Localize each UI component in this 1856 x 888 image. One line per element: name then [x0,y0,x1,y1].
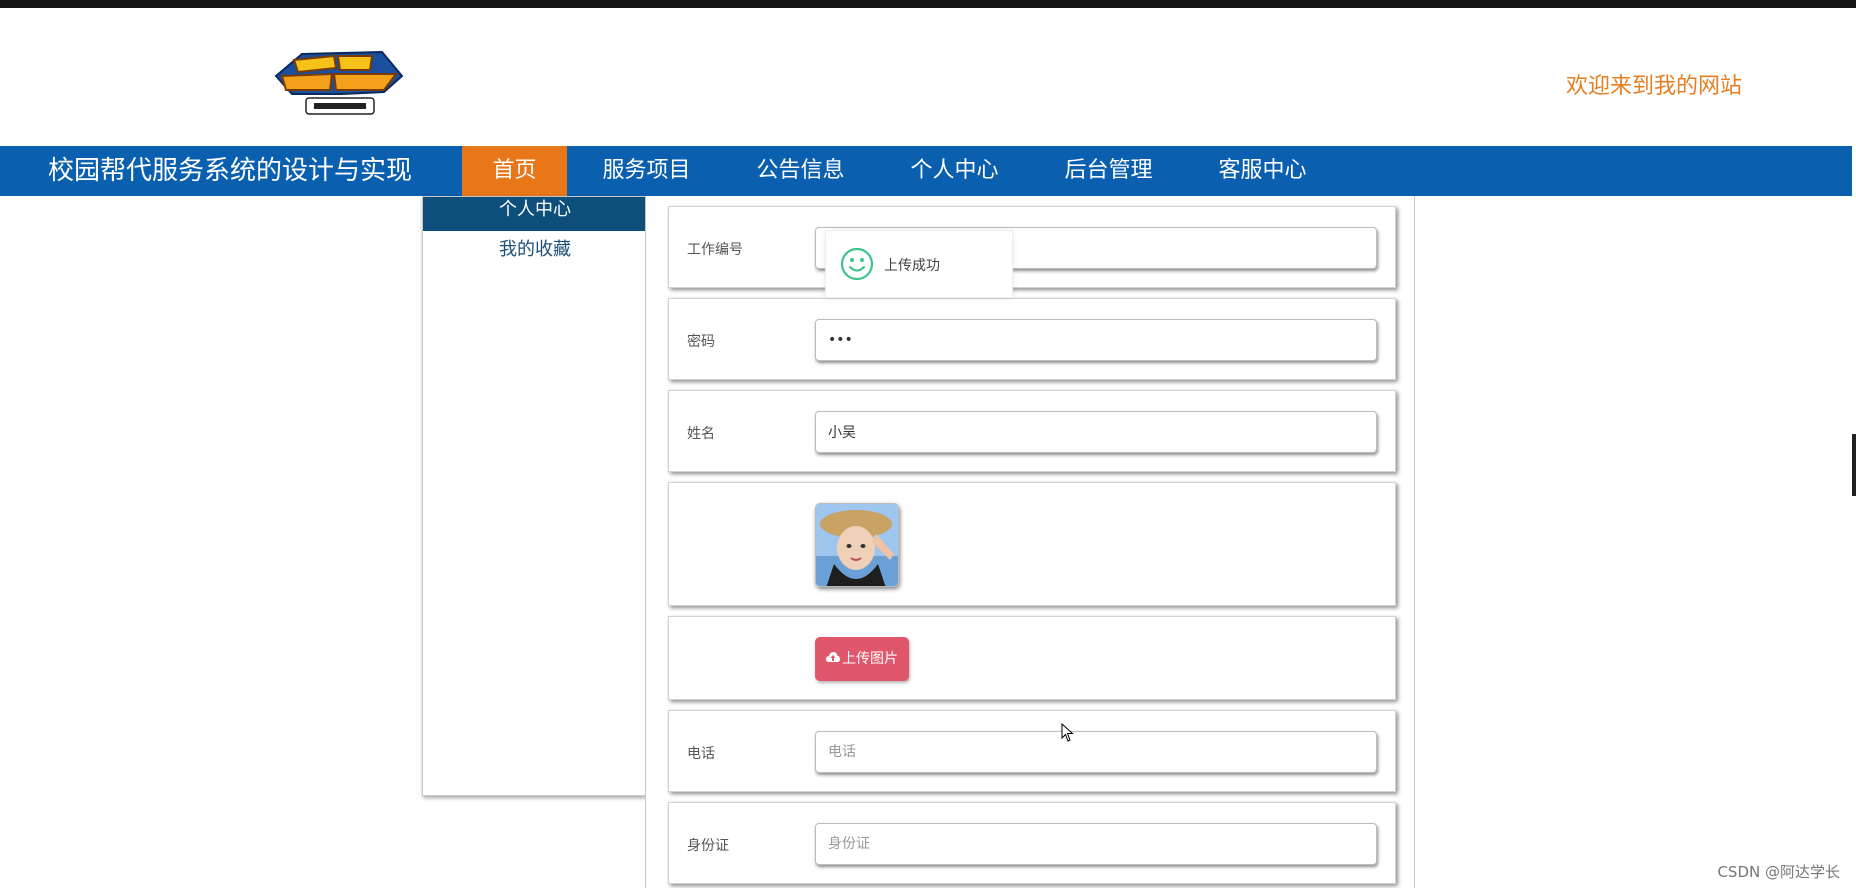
main-nav: 校园帮代服务系统的设计与实现 首页 服务项目 公告信息 个人中心 后台管理 客服… [0,146,1852,196]
form-row-avatar [668,482,1396,606]
mouse-cursor-icon [1061,722,1075,743]
password-input[interactable] [815,319,1377,361]
name-label: 姓名 [687,426,715,442]
nav-customer-service[interactable]: 客服中心 [1200,146,1325,196]
cloud-upload-icon [826,637,840,681]
id-card-input[interactable] [815,823,1377,865]
name-input[interactable] [815,411,1377,453]
id-card-label: 身份证 [687,838,729,854]
sidebar: 个人中心 我的收藏 [422,196,647,796]
sidebar-item-favorites[interactable]: 我的收藏 [423,237,647,263]
upload-success-toast: 上传成功 [825,230,1013,298]
sidebar-heading[interactable]: 个人中心 [423,197,647,231]
toast-message: 上传成功 [884,258,940,274]
header: 欢迎来到我的网站 [0,8,1856,146]
nav-personal-center[interactable]: 个人中心 [892,146,1017,196]
nav-announcements[interactable]: 公告信息 [738,146,863,196]
profile-form: 工作编号 密码 姓名 上传图片 [645,196,1415,888]
logo[interactable] [272,46,406,122]
nav-admin[interactable]: 后台管理 [1046,146,1171,196]
job-number-label: 工作编号 [687,242,743,258]
form-row-upload: 上传图片 [668,616,1396,700]
upload-image-button[interactable]: 上传图片 [815,637,909,681]
phone-label: 电话 [687,746,715,762]
avatar [815,503,899,587]
welcome-text: 欢迎来到我的网站 [1565,74,1742,99]
nav-home[interactable]: 首页 [462,146,567,196]
nav-services[interactable]: 服务项目 [584,146,709,196]
phone-input[interactable] [815,731,1377,773]
form-row-name: 姓名 [668,390,1396,472]
smile-icon [840,247,874,281]
form-row-password: 密码 [668,298,1396,380]
watermark: CSDN @阿达学长 [1717,863,1840,881]
scrollbar-thumb[interactable] [1852,434,1856,496]
password-label: 密码 [687,334,715,350]
form-row-phone: 电话 [668,710,1396,792]
site-title: 校园帮代服务系统的设计与实现 [48,156,413,186]
form-row-job-number: 工作编号 [668,206,1396,288]
form-row-id-card: 身份证 [668,802,1396,884]
top-border [0,0,1856,8]
upload-image-label: 上传图片 [842,651,898,667]
